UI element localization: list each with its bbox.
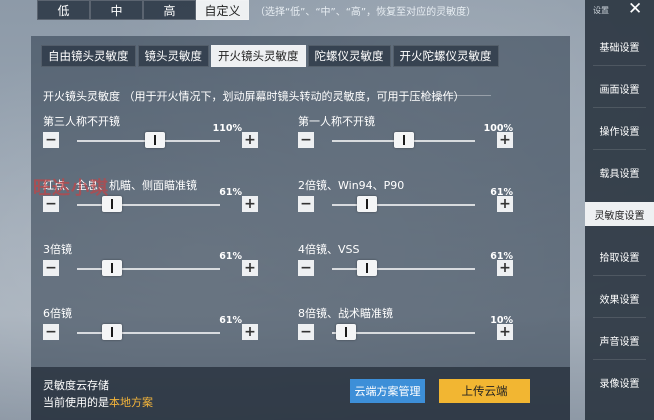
tab-fire-gyroscope[interactable]: 开火陀螺仪灵敏度 <box>392 45 499 67</box>
increase-button[interactable]: + <box>497 196 513 212</box>
sidebar-item-graphics[interactable]: 画面设置 <box>585 76 654 100</box>
settings-sidebar: 设置 ✕ 基础设置 画面设置 操作设置 载具设置 灵敏度设置 拾取设置 效果设置… <box>585 0 654 420</box>
slider-track[interactable] <box>77 268 220 270</box>
slider-first-person: 第一人称不开镜 100% − + <box>298 113 513 163</box>
preset-hint: （选择“低”、“中”、“高”，恢复至对应的灵敏度） <box>255 6 477 18</box>
decrease-button[interactable]: − <box>298 132 314 148</box>
decrease-button[interactable]: − <box>298 260 314 276</box>
increase-button[interactable]: + <box>497 324 513 340</box>
close-icon[interactable]: ✕ <box>628 0 642 18</box>
sidebar-item-effects[interactable]: 效果设置 <box>585 286 654 310</box>
increase-button[interactable]: + <box>242 260 258 276</box>
increase-button[interactable]: + <box>242 324 258 340</box>
tab-free-camera[interactable]: 自由镜头灵敏度 <box>41 45 136 67</box>
sidebar-item-vehicle[interactable]: 载具设置 <box>585 160 654 184</box>
slider-thumb[interactable] <box>101 260 122 276</box>
slider-thumb[interactable] <box>335 324 356 340</box>
slider-value: 61% <box>219 315 242 326</box>
preset-medium-button[interactable]: 中 <box>90 0 143 20</box>
cloud-storage-title: 灵敏度云存储 <box>43 379 109 392</box>
sidebar-item-sensitivity[interactable]: 灵敏度设置 <box>585 202 654 226</box>
slider-label: 3倍镜 <box>43 243 72 256</box>
section-title: 开火镜头灵敏度 （用于开火情况下，划动屏幕时镜头转动的灵敏度，可用于压枪操作） <box>43 90 465 103</box>
sidebar-title: 设置 <box>593 6 609 15</box>
increase-button[interactable]: + <box>497 132 513 148</box>
decrease-button[interactable]: − <box>43 260 59 276</box>
slider-track[interactable] <box>77 332 220 334</box>
decrease-button[interactable]: − <box>298 196 314 212</box>
current-plan-prefix: 当前使用的是 <box>43 396 109 409</box>
increase-button[interactable]: + <box>242 196 258 212</box>
sidebar-item-basic[interactable]: 基础设置 <box>585 34 654 58</box>
sidebar-divider <box>593 359 646 360</box>
tab-bar: 自由镜头灵敏度 镜头灵敏度 开火镜头灵敏度 陀螺仪灵敏度 开火陀螺仪灵敏度 <box>41 45 501 67</box>
upload-cloud-button[interactable]: 上传云端 <box>439 379 530 403</box>
slider-thumb[interactable] <box>144 132 165 148</box>
cloud-plan-manage-button[interactable]: 云端方案管理 <box>350 379 425 403</box>
slider-label: 8倍镜、战术瞄准镜 <box>298 307 393 320</box>
sidebar-item-controls[interactable]: 操作设置 <box>585 118 654 142</box>
sidebar-item-pickup[interactable]: 拾取设置 <box>585 244 654 268</box>
sidebar-divider <box>593 149 646 150</box>
increase-button[interactable]: + <box>497 260 513 276</box>
slider-third-person: 第三人称不开镜 110% − + <box>43 113 258 163</box>
slider-thumb[interactable] <box>101 324 122 340</box>
sidebar-divider <box>593 65 646 66</box>
slider-3x-scope: 3倍镜 61% − + <box>43 241 258 291</box>
preset-bar: 低 中 高 自定义 （选择“低”、“中”、“高”，恢复至对应的灵敏度） <box>37 0 476 20</box>
sensitivity-panel: 自由镜头灵敏度 镜头灵敏度 开火镜头灵敏度 陀螺仪灵敏度 开火陀螺仪灵敏度 开火… <box>31 36 570 420</box>
slider-6x-scope: 6倍镜 61% − + <box>43 305 258 355</box>
increase-button[interactable]: + <box>242 132 258 148</box>
preset-high-button[interactable]: 高 <box>143 0 196 20</box>
tab-camera[interactable]: 镜头灵敏度 <box>137 45 209 67</box>
slider-2x-scope: 2倍镜、Win94、P90 61% − + <box>298 177 513 227</box>
slider-thumb[interactable] <box>356 196 377 212</box>
slider-4x-scope: 4倍镜、VSS 61% − + <box>298 241 513 291</box>
sidebar-divider <box>593 107 646 108</box>
slider-track[interactable] <box>77 204 220 206</box>
slider-label: 4倍镜、VSS <box>298 243 360 256</box>
section-divider <box>431 95 491 96</box>
cloud-current-plan: 当前使用的是本地方案 <box>43 394 153 410</box>
decrease-button[interactable]: − <box>298 324 314 340</box>
sidebar-item-sound[interactable]: 声音设置 <box>585 328 654 352</box>
current-plan-value: 本地方案 <box>109 396 153 409</box>
slider-value: 61% <box>219 251 242 262</box>
tab-gyroscope[interactable]: 陀螺仪灵敏度 <box>307 45 391 67</box>
decrease-button[interactable]: − <box>43 324 59 340</box>
slider-thumb[interactable] <box>393 132 414 148</box>
slider-label: 6倍镜 <box>43 307 72 320</box>
slider-thumb[interactable] <box>356 260 377 276</box>
slider-8x-scope: 8倍镜、战术瞄准镜 10% − + <box>298 305 513 355</box>
slider-track[interactable] <box>332 268 475 270</box>
slider-label: 第一人称不开镜 <box>298 115 375 128</box>
slider-value: 110% <box>212 123 242 134</box>
slider-track[interactable] <box>332 204 475 206</box>
preset-low-button[interactable]: 低 <box>37 0 90 20</box>
slider-label: 第三人称不开镜 <box>43 115 120 128</box>
cloud-storage-bar: 灵敏度云存储 当前使用的是本地方案 云端方案管理 上传云端 <box>31 367 570 420</box>
decrease-button[interactable]: − <box>43 132 59 148</box>
preset-custom-button[interactable]: 自定义 <box>196 0 249 20</box>
watermark: 旺达小琪 <box>33 178 109 199</box>
tab-fire-camera[interactable]: 开火镜头灵敏度 <box>211 45 306 67</box>
slider-label: 2倍镜、Win94、P90 <box>298 179 405 192</box>
sidebar-item-replay[interactable]: 录像设置 <box>585 370 654 394</box>
slider-value: 61% <box>219 187 242 198</box>
sidebar-divider <box>593 275 646 276</box>
sidebar-divider <box>593 317 646 318</box>
